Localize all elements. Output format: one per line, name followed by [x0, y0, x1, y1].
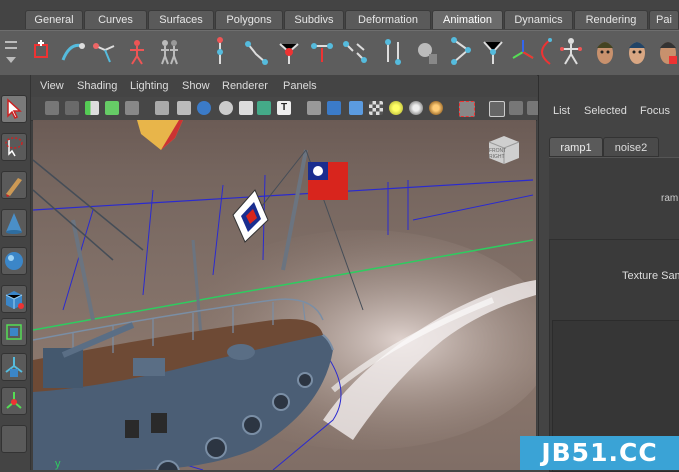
cone-icon [6, 213, 22, 234]
reroot-skeleton-icon[interactable] [276, 36, 302, 68]
tab-general[interactable]: General [25, 10, 83, 29]
film-gate-icon[interactable] [105, 101, 119, 115]
texture-sample-label: Texture Sam [622, 270, 679, 282]
head-model-icon-1[interactable] [592, 36, 618, 68]
watermark: JB51.CC [520, 436, 679, 470]
tab-polygons[interactable]: Polygons [215, 10, 283, 29]
scale-tool[interactable] [1, 285, 27, 313]
text-icon[interactable]: T [277, 101, 291, 115]
tab-animation[interactable]: Animation [432, 10, 503, 29]
tab-ramp1[interactable]: ramp1 [549, 137, 603, 157]
all-lights-icon[interactable] [409, 101, 423, 115]
tab-surfaces[interactable]: Surfaces [148, 10, 214, 29]
tab-subdivs[interactable]: Subdivs [284, 10, 344, 29]
resolution-gate-icon[interactable] [125, 101, 139, 115]
lasso-tool[interactable] [1, 133, 27, 161]
xray-joints-icon[interactable] [509, 101, 523, 115]
isolate-select-icon[interactable] [459, 101, 475, 117]
last-tool[interactable] [1, 425, 27, 453]
brush-icon [6, 178, 22, 197]
motion-path-icon[interactable] [60, 36, 86, 68]
set-key-icon[interactable] [28, 36, 54, 68]
image-plane-icon[interactable] [85, 101, 99, 115]
universal-manip-tool[interactable] [1, 318, 27, 346]
select-tool[interactable] [1, 95, 27, 123]
lasso-icon [5, 137, 23, 157]
tab-deformation[interactable]: Deformation [345, 10, 431, 29]
default-light-icon[interactable] [389, 101, 403, 115]
flat-shade-icon[interactable] [219, 101, 233, 115]
wireframe-icon[interactable] [155, 101, 169, 115]
menu-selected[interactable]: Selected [584, 105, 627, 117]
shelf-toolbar [0, 30, 679, 76]
smooth-shade-icon[interactable] [197, 101, 211, 115]
checker-icon[interactable] [369, 101, 383, 115]
xray-icon[interactable] [489, 101, 505, 117]
shelf-tabs: General Curves Surfaces Polygons Subdivs… [0, 0, 679, 30]
arrow-select-icon [7, 98, 22, 120]
full-body-ik-icon[interactable] [558, 36, 584, 68]
show-manipulator-icon [6, 392, 22, 409]
menu-renderer[interactable]: Renderer [222, 80, 268, 92]
shaded-cube-icon[interactable] [327, 101, 341, 115]
menu-lighting[interactable]: Lighting [130, 80, 169, 92]
joint-tool-icon[interactable] [207, 36, 233, 68]
soft-modify-icon [5, 357, 23, 377]
cube-icon [5, 291, 24, 309]
bookmark-icon[interactable] [65, 101, 79, 115]
menu-shading[interactable]: Shading [77, 80, 117, 92]
soft-mod-tool[interactable] [1, 353, 27, 381]
character-set-icon[interactable] [124, 36, 150, 68]
ramp-label: ram [661, 193, 679, 204]
shaded-wire-icon[interactable] [239, 101, 253, 115]
viewport-menubar: View Shading Lighting Show Renderer Pane… [31, 75, 537, 97]
disconnect-joint-icon[interactable] [342, 36, 368, 68]
grid-icon[interactable] [177, 101, 191, 115]
viewport-panel: View Shading Lighting Show Renderer Pane… [31, 75, 541, 470]
rotate-tool[interactable] [1, 247, 27, 275]
view-cube[interactable]: FRONT RIGHT [485, 132, 523, 168]
move-tool[interactable] [1, 209, 27, 237]
axis-y-label: y [55, 458, 61, 470]
viewport-scene[interactable]: y FRONT RIGHT [33, 120, 536, 470]
camera-attributes-icon[interactable] [45, 101, 59, 115]
mirror-joint-icon[interactable] [414, 36, 440, 68]
head-model-icon-3[interactable] [655, 36, 679, 68]
connect-joint-icon[interactable] [380, 36, 406, 68]
smooth-bind-icon[interactable] [530, 36, 556, 68]
bounding-box-icon[interactable] [307, 101, 321, 115]
ik-spline-icon[interactable] [448, 36, 474, 68]
tab-noise2[interactable]: noise2 [603, 137, 659, 157]
paint-select-tool[interactable] [1, 171, 27, 199]
menu-view[interactable]: View [40, 80, 64, 92]
manipulator-cube-icon [6, 324, 22, 340]
menu-panels[interactable]: Panels [283, 80, 317, 92]
head-model-icon-2[interactable] [624, 36, 650, 68]
view-cube-label: FRONT RIGHT [489, 148, 507, 160]
ship-scene: y [33, 120, 536, 470]
tab-paint[interactable]: Pai [649, 10, 679, 29]
show-manip-tool[interactable] [1, 387, 27, 415]
skeleton-icon[interactable] [156, 36, 182, 68]
tab-rendering[interactable]: Rendering [574, 10, 648, 29]
viewport-toolbar: T [31, 97, 541, 121]
menu-list[interactable]: List [553, 105, 570, 117]
shadows-icon[interactable] [429, 101, 443, 115]
toolbox [0, 75, 31, 470]
tab-curves[interactable]: Curves [84, 10, 147, 29]
texture-icon[interactable] [257, 101, 271, 115]
menu-focus[interactable]: Focus [640, 105, 670, 117]
tab-dynamics[interactable]: Dynamics [504, 10, 573, 29]
sphere-icon [5, 252, 23, 270]
bind-skin-icon[interactable] [480, 36, 506, 68]
ik-handle-icon[interactable] [92, 36, 118, 68]
attribute-editor: List Selected Focus ramp1 noise2 ram Tex… [538, 75, 679, 472]
textured-cube-icon[interactable] [349, 101, 363, 115]
insert-joint-icon[interactable] [243, 36, 269, 68]
shelf-menu-grip[interactable] [0, 33, 22, 73]
remove-joint-icon[interactable] [309, 36, 335, 68]
menu-show[interactable]: Show [182, 80, 210, 92]
